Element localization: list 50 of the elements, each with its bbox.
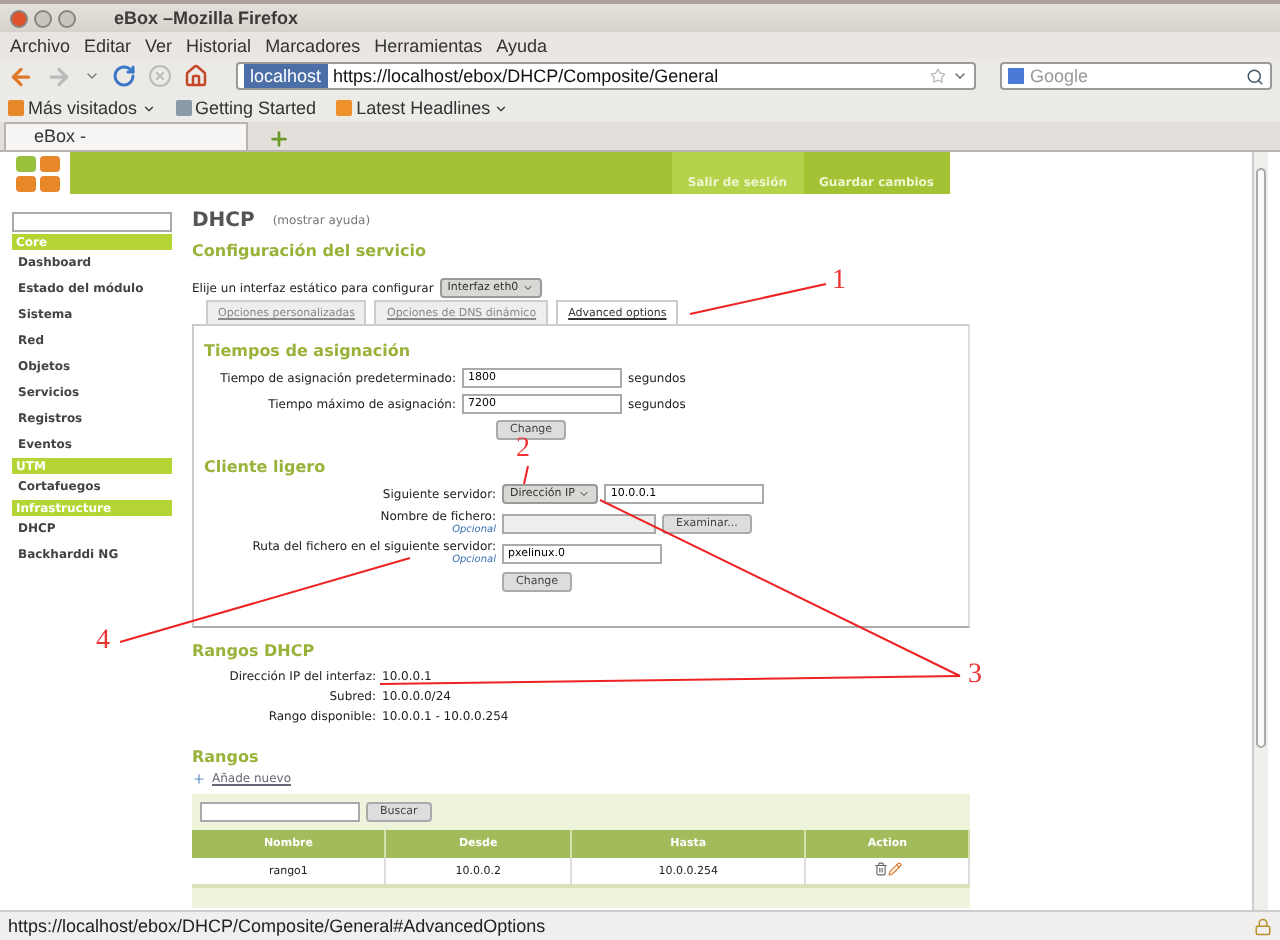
sidebar-search-field[interactable] [12, 212, 172, 232]
annotation-number: 4 [96, 628, 110, 656]
menu-item[interactable]: Ver [145, 35, 173, 55]
menu-item[interactable]: Historial [186, 35, 252, 55]
search-field[interactable] [200, 802, 360, 822]
page-title: DHCP [192, 210, 255, 232]
add-icon[interactable] [192, 772, 206, 786]
back-icon[interactable] [8, 63, 34, 89]
new-tab-icon[interactable] [268, 128, 290, 150]
reload-icon[interactable] [112, 64, 136, 88]
menu-item[interactable]: Archivo [10, 35, 71, 55]
leader-line [523, 465, 529, 485]
section-title: Rangos DHCP [192, 642, 315, 660]
annotation-number: 3 [968, 662, 982, 690]
bookmark-item[interactable]: Latest Headlines [336, 98, 509, 118]
section-title: Rangos [192, 748, 259, 766]
minimize-icon[interactable] [34, 9, 52, 27]
bookmark-item[interactable]: Más visitados [8, 98, 156, 118]
caret-icon[interactable] [494, 101, 509, 115]
menu-item[interactable]: Herramientas [374, 35, 483, 55]
caret-icon[interactable] [141, 101, 156, 115]
logo-icon [14, 153, 64, 193]
status-text: https://localhost/ebox/DHCP/Composite/General#AdvancedOptions [8, 916, 546, 936]
browser-tab[interactable]: eBox - [4, 122, 248, 150]
dropdown-icon[interactable] [952, 68, 968, 84]
bookmark-item[interactable]: Getting Started [175, 98, 317, 118]
menu-item[interactable]: Ayuda [496, 35, 547, 55]
section-title: Configuración del servicio [192, 242, 426, 260]
stop-icon[interactable] [148, 64, 172, 88]
dropdown-icon[interactable] [84, 68, 100, 84]
annotation-number: 1 [832, 268, 846, 296]
edit-icon[interactable] [887, 862, 902, 876]
section-title: Tiempos de asignación [204, 342, 411, 360]
scrollbar[interactable] [1252, 152, 1268, 910]
delete-icon[interactable] [873, 862, 888, 876]
bookmark-star-icon[interactable] [930, 68, 946, 84]
menu-item[interactable]: Editar [84, 35, 132, 55]
section-title: Cliente ligero [204, 458, 326, 476]
annotation-number: 2 [516, 436, 530, 464]
forward-icon[interactable] [46, 63, 72, 89]
lock-icon [1254, 917, 1272, 935]
menu-item[interactable]: Marcadores [265, 35, 361, 55]
file-field[interactable] [502, 513, 656, 533]
close-icon[interactable] [10, 9, 28, 27]
maximize-icon[interactable] [58, 9, 76, 27]
window-title: eBox –Mozilla Firefox [114, 8, 299, 28]
leader-line [689, 283, 827, 315]
home-icon[interactable] [184, 64, 208, 88]
search-icon[interactable] [1246, 67, 1264, 85]
address-field[interactable]: localhost https://localhost/ebox/DHCP/Composite/General [236, 62, 976, 90]
